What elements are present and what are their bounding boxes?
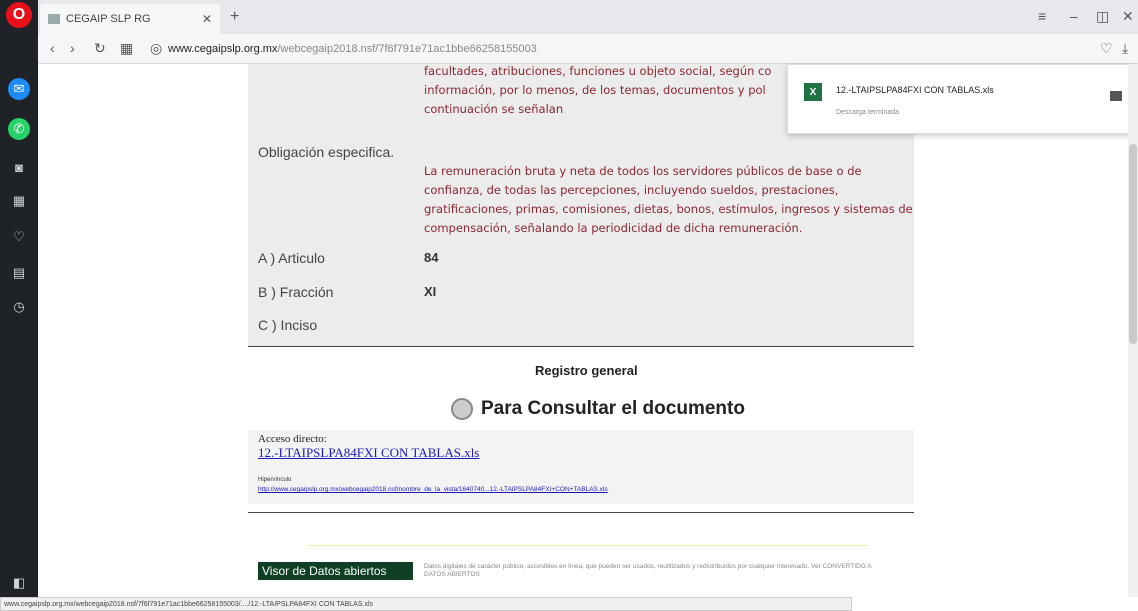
tab-title: CEGAIP SLP RG xyxy=(66,13,151,25)
minimize-icon[interactable]: – xyxy=(1070,8,1078,24)
obligacion-text: La remuneración bruta y neta de todos lo… xyxy=(424,164,913,235)
url-path: /webcegaip2018.nsf/7f6f791e71ac1bbe66258… xyxy=(277,43,537,55)
divider xyxy=(248,346,914,347)
tab-menu-icon[interactable]: ≡ xyxy=(1038,8,1046,24)
intro-text-partial: facultades, atribuciones, funciones u ob… xyxy=(424,64,772,78)
intro-text-line3: continuación se señalan xyxy=(424,102,564,116)
registro-heading: Registro general xyxy=(535,363,638,378)
back-icon[interactable]: ‹ xyxy=(50,40,55,56)
articulo-value: 84 xyxy=(424,250,439,265)
sidebar-toggle-icon[interactable]: ◧ xyxy=(8,572,30,594)
whatsapp-icon[interactable]: ✆ xyxy=(8,118,30,140)
yellow-divider xyxy=(308,545,868,546)
opera-logo-icon[interactable]: O xyxy=(6,2,32,28)
acceso-label: Acceso directo: xyxy=(258,433,327,445)
hipervinculo-link[interactable]: http://www.cegaipslp.org.mx/webcegaip201… xyxy=(258,486,608,493)
hipervinculo-label: Hipervínculo xyxy=(258,477,292,483)
divider-2 xyxy=(248,512,914,513)
download-status: Descarga terminada xyxy=(836,109,900,116)
status-bar-url: www.cegaipslp.org.mx/webcegaip2018.nsf/7… xyxy=(0,597,852,611)
favicon-icon xyxy=(48,14,60,24)
acceso-link[interactable]: 12.-LTAIPSLPA84FXI CON TABLAS.xls xyxy=(258,445,479,461)
visor-datos-button[interactable]: Visor de Datos abiertos xyxy=(258,562,413,580)
consultar-heading: Para Consultar el documento xyxy=(451,398,745,420)
page-content: facultades, atribuciones, funciones u ob… xyxy=(38,64,1138,597)
news-icon[interactable]: ▤ xyxy=(8,262,30,284)
close-window-icon[interactable]: ✕ xyxy=(1122,8,1134,25)
bookmark-heart-icon[interactable]: ♡ xyxy=(1100,40,1113,57)
magnifier-icon xyxy=(451,398,473,420)
download-popup: X 12.-LTAIPSLPA84FXI CON TABLAS.xls Desc… xyxy=(787,64,1133,134)
visor-description: Datos digitales de carácter público, acc… xyxy=(424,563,872,578)
url-field[interactable]: www.cegaipslp.org.mx /webcegaip2018.nsf/… xyxy=(168,38,1108,60)
intro-text-line2: información, por lo menos, de los temas,… xyxy=(424,83,766,97)
folder-icon[interactable] xyxy=(1110,91,1122,101)
tab-cegaip[interactable]: CEGAIP SLP RG ✕ xyxy=(40,4,220,34)
consultar-text: Para Consultar el documento xyxy=(481,398,745,419)
excel-file-icon: X xyxy=(804,83,822,101)
heart-icon[interactable]: ♡ xyxy=(8,226,30,248)
inciso-label: C ) Inciso xyxy=(258,317,318,333)
address-row: ‹ › ↻ ▦ ◎ www.cegaipslp.org.mx /webcegai… xyxy=(38,34,1138,64)
forward-icon[interactable]: › xyxy=(70,40,75,56)
opera-sidebar: O ✉ ✆ ◙ ▦ ♡ ▤ ◷ ◧ xyxy=(0,0,38,611)
reload-icon[interactable]: ↻ xyxy=(94,40,106,57)
url-host: www.cegaipslp.org.mx xyxy=(168,43,278,55)
scrollbar[interactable] xyxy=(1128,64,1138,597)
tabs-grid-icon[interactable]: ▦ xyxy=(120,40,133,57)
obligacion-label: Obligación especifica. xyxy=(258,144,395,160)
camera-icon[interactable]: ◙ xyxy=(8,156,30,178)
speed-dial-icon[interactable]: ▦ xyxy=(8,190,30,212)
close-tab-icon[interactable]: ✕ xyxy=(202,12,212,26)
tab-bar: CEGAIP SLP RG ✕ + ≡ – ◫ ✕ xyxy=(38,0,1138,34)
messenger-icon[interactable]: ✉ xyxy=(8,78,30,100)
download-icon[interactable]: ⤓ xyxy=(1122,40,1128,57)
scrollbar-thumb[interactable] xyxy=(1129,144,1137,344)
articulo-label: A ) Articulo xyxy=(258,250,325,266)
download-file-name[interactable]: 12.-LTAIPSLPA84FXI CON TABLAS.xls xyxy=(836,85,994,95)
history-icon[interactable]: ◷ xyxy=(8,296,30,318)
new-tab-icon[interactable]: + xyxy=(230,8,239,26)
fraccion-label: B ) Fracción xyxy=(258,284,334,300)
site-info-icon[interactable]: ◎ xyxy=(150,40,162,57)
fraccion-value: XI xyxy=(424,284,437,299)
maximize-icon[interactable]: ◫ xyxy=(1096,8,1109,25)
